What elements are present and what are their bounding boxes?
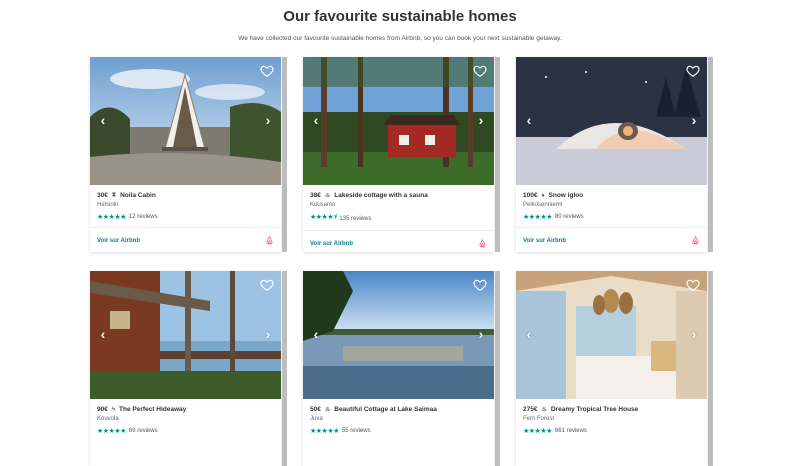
home-name: Snow igloo — [548, 192, 584, 199]
location: Juva — [310, 416, 323, 422]
card-headline: 50€ ♨ Beautiful Cottage at Lake Saimaa — [310, 406, 487, 413]
review-count: 80 reviews — [554, 214, 584, 220]
price: 90€ — [97, 406, 108, 413]
home-photo[interactable]: ‹ › — [303, 57, 494, 185]
next-photo-arrow-icon[interactable]: › — [263, 113, 273, 127]
next-photo-arrow-icon[interactable]: › — [263, 327, 273, 341]
previous-photo-arrow-icon[interactable]: ‹ — [98, 327, 108, 341]
price: 38€ — [310, 192, 321, 199]
card-headline: 38€ ♨ Lakeside cottage with a sauna — [310, 192, 487, 199]
home-name: Beautiful Cottage at Lake Saimaa — [334, 406, 437, 413]
home-photo[interactable]: ‹ › — [303, 271, 494, 399]
home-card[interactable]: ‹ › 90€ ϟ The Perfect Hideaway Kouvola ★… — [90, 271, 287, 466]
rating: ★★★★★ 55 reviews — [310, 427, 487, 435]
location: Helsinki — [97, 202, 119, 208]
location: Kuusamo — [310, 202, 336, 208]
home-card[interactable]: ‹ › 50€ ♨ Beautiful Cottage at Lake Saim… — [303, 271, 500, 466]
review-count: 661 reviews — [554, 428, 587, 434]
card-headline: 90€ ϟ The Perfect Hideaway — [97, 406, 274, 413]
card-headline: 30€ ⧗ Noila Cabin — [97, 192, 274, 199]
next-photo-arrow-icon[interactable]: › — [476, 327, 486, 341]
home-name: Dreamy Tropical Tree House — [550, 406, 639, 413]
home-card[interactable]: ‹ › 30€ ⧗ Noila Cabin Helsinki ★★★★★ 12 … — [90, 57, 287, 252]
page-title: Our favourite sustainable homes — [283, 8, 517, 25]
heart-icon[interactable] — [260, 278, 274, 292]
sauna-icon: ♨ — [541, 407, 547, 413]
home-name: The Perfect Hideaway — [119, 406, 187, 413]
rating: ★★★★★ 12 reviews — [97, 213, 274, 221]
star-rating-icon: ★★★★⯨ — [310, 214, 337, 221]
heart-icon[interactable] — [260, 64, 274, 78]
price: 100€ — [523, 192, 538, 199]
heart-icon[interactable] — [686, 278, 700, 292]
star-rating-icon: ★★★★★ — [97, 214, 126, 221]
review-count: 135 reviews — [339, 215, 372, 222]
next-photo-arrow-icon[interactable]: › — [689, 113, 699, 127]
page-header: Our favourite sustainable homes We have … — [0, 0, 800, 42]
heart-icon[interactable] — [686, 64, 700, 78]
home-photo[interactable]: ‹ › — [516, 271, 707, 399]
heart-icon[interactable] — [473, 278, 487, 292]
previous-photo-arrow-icon[interactable]: ‹ — [311, 327, 321, 341]
price: 275€ — [523, 406, 538, 413]
rating: ★★★★★ 69 reviews — [97, 427, 274, 435]
airbnb-link[interactable]: Voir sur Airbnb — [310, 241, 353, 247]
home-card[interactable]: ‹ › 275€ ♨ Dreamy Tropical Tree House Fe… — [516, 271, 713, 466]
home-name: Noila Cabin — [120, 192, 156, 199]
airbnb-link[interactable]: Voir sur Airbnb — [97, 238, 140, 244]
review-count: 12 reviews — [128, 214, 158, 220]
next-photo-arrow-icon[interactable]: › — [689, 327, 699, 341]
heart-icon[interactable] — [473, 64, 487, 78]
bed-icon: ⧗ — [111, 192, 117, 198]
star-rating-icon: ★★★★★ — [310, 428, 339, 435]
previous-photo-arrow-icon[interactable]: ‹ — [98, 113, 108, 127]
rating: ★★★★★ 661 reviews — [523, 427, 700, 435]
previous-photo-arrow-icon[interactable]: ‹ — [524, 327, 534, 341]
price: 30€ — [97, 192, 108, 199]
homes-grid: ‹ › 30€ ⧗ Noila Cabin Helsinki ★★★★★ 12 … — [90, 57, 715, 466]
star-rating-icon: ★★★★★ — [523, 214, 552, 221]
airbnb-logo-icon[interactable] — [265, 236, 274, 245]
home-card[interactable]: ‹ › 38€ ♨ Lakeside cottage with a sauna … — [303, 57, 500, 252]
review-count: 55 reviews — [341, 428, 371, 434]
previous-photo-arrow-icon[interactable]: ‹ — [524, 113, 534, 127]
page-subtitle: We have collected our favourite sustaina… — [238, 35, 562, 42]
airbnb-link[interactable]: Voir sur Airbnb — [523, 238, 566, 244]
next-photo-arrow-icon[interactable]: › — [476, 113, 486, 127]
airbnb-logo-icon[interactable] — [478, 239, 487, 248]
airbnb-logo-icon[interactable] — [691, 236, 700, 245]
home-name: Lakeside cottage with a sauna — [334, 192, 428, 199]
home-photo[interactable]: ‹ › — [90, 271, 281, 399]
rating: ★★★★⯨ 135 reviews — [310, 213, 487, 224]
location: Pelkosenniemi — [523, 202, 563, 208]
sauna-icon: ♨ — [324, 193, 331, 199]
home-card[interactable]: ‹ › 100€ ♦ Snow igloo Pelkosenniemi ★★★★… — [516, 57, 713, 252]
location: Kouvola — [97, 416, 119, 422]
sauna-icon: ♨ — [324, 407, 331, 413]
review-count: 69 reviews — [128, 428, 158, 434]
card-headline: 275€ ♨ Dreamy Tropical Tree House — [523, 406, 700, 413]
home-photo[interactable]: ‹ › — [90, 57, 281, 185]
fire-icon: ♦ — [541, 192, 545, 199]
star-rating-icon: ★★★★★ — [97, 428, 126, 435]
location: Fern Forest — [523, 416, 555, 422]
star-rating-icon: ★★★★★ — [523, 428, 552, 435]
price: 50€ — [310, 406, 321, 413]
home-photo[interactable]: ‹ › — [516, 57, 707, 185]
card-headline: 100€ ♦ Snow igloo — [523, 192, 700, 199]
rating: ★★★★★ 80 reviews — [523, 213, 700, 221]
bolt-icon: ϟ — [111, 406, 116, 413]
previous-photo-arrow-icon[interactable]: ‹ — [311, 113, 321, 127]
